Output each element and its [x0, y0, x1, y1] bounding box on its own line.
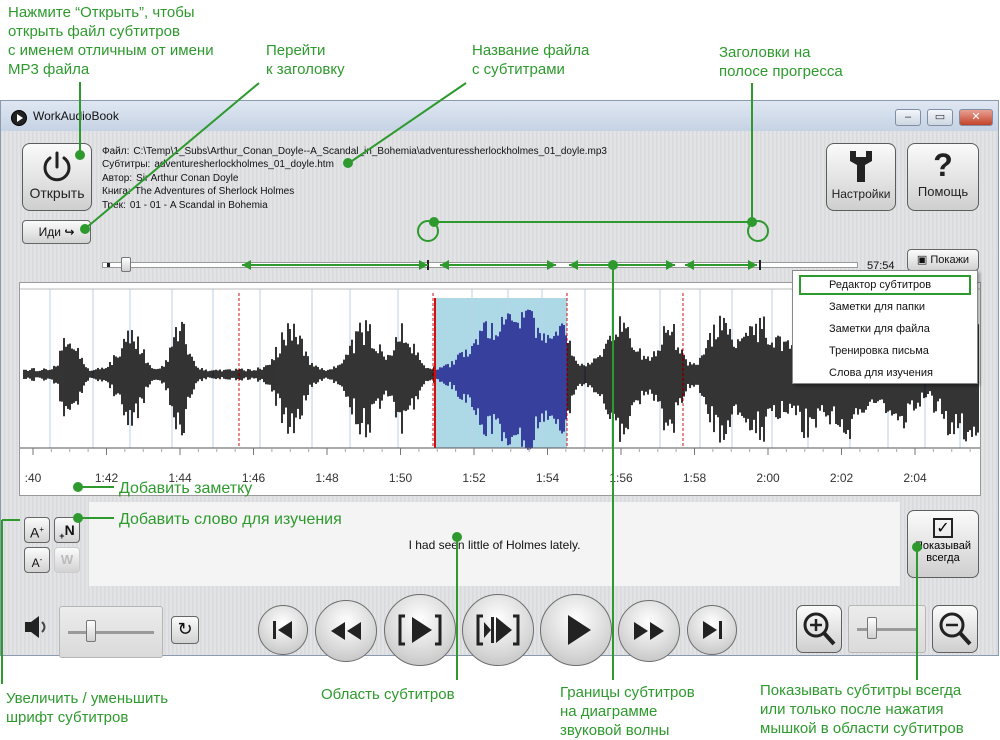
minimize-button[interactable]: –: [895, 109, 921, 126]
close-button[interactable]: ✕: [959, 109, 993, 126]
volume-slider[interactable]: [59, 606, 163, 658]
progress-header-marker: [107, 263, 110, 267]
font-increase-button[interactable]: A+: [24, 517, 50, 543]
repeat-icon: ↻: [177, 619, 193, 639]
show-always-button[interactable]: ✓ Показывай всегда: [907, 510, 979, 578]
zoom-in-button[interactable]: [796, 605, 842, 653]
goto-button-label: Иди: [38, 225, 61, 239]
prev-icon: [273, 621, 292, 639]
goto-button[interactable]: Иди ↪: [22, 220, 91, 244]
show-button[interactable]: ▣ Покажи: [907, 249, 979, 271]
annotation-subtitle-area: Область субтитров: [321, 686, 455, 703]
title-bar[interactable]: WorkAudioBook – ▭ ✕: [1, 101, 998, 131]
open-button-label: Открыть: [29, 185, 85, 201]
play-button[interactable]: [540, 594, 612, 666]
menu-item-subtitle-editor[interactable]: Редактор субтитров: [799, 275, 971, 295]
show-always-label-2: всегда: [926, 552, 960, 564]
annotation-add-word: Добавить слово для изучения: [119, 511, 342, 528]
zoom-thumb[interactable]: [867, 617, 877, 639]
timeline-tick-label: 1:50: [389, 471, 413, 485]
menu-item-writing-practice[interactable]: Тренировка письма: [799, 341, 971, 361]
goto-arrow-icon: ↪: [64, 225, 75, 239]
menu-item-file-notes[interactable]: Заметки для файла: [799, 319, 971, 339]
fast-forward-button[interactable]: [618, 600, 680, 662]
play-bracket-icon: [476, 614, 520, 646]
play-icon: [568, 615, 591, 645]
add-word-button: W: [54, 547, 80, 573]
progress-header-marker: [427, 260, 429, 270]
menu-item-study-words[interactable]: Слова для изучения: [799, 363, 971, 383]
timeline-tick-label: 1:48: [315, 471, 339, 485]
zoom-slider[interactable]: [848, 605, 926, 653]
next-icon: [703, 621, 722, 639]
zoom-in-icon: [803, 612, 836, 646]
progress-bar[interactable]: [102, 260, 858, 270]
app-icon: [11, 110, 27, 126]
show-always-label-1: Показывай: [914, 540, 971, 552]
add-note-button[interactable]: +N: [54, 517, 80, 543]
annotation-progress-headers: Заголовки на полосе прогресса: [719, 44, 843, 80]
window-title: WorkAudioBook: [33, 109, 119, 123]
timeline-tick-label: :40: [25, 471, 42, 485]
timeline-tick-label: 1:52: [462, 471, 486, 485]
author-value: Sir Arthur Conan Doyle: [136, 172, 239, 184]
rewind-icon: [331, 622, 361, 640]
file-path: C:\Temp\1_Subs\Arthur_Conan_Doyle--A_Sca…: [133, 146, 607, 157]
subtitle-icon: ▣: [916, 254, 928, 266]
replay-subtitle-button[interactable]: [384, 594, 456, 666]
help-button-label: Помощь: [917, 184, 969, 199]
settings-button[interactable]: Настройки: [826, 143, 896, 211]
progress-header-marker: [759, 260, 761, 270]
timeline-tick-label: 2:02: [830, 471, 854, 485]
zoom-out-icon: [939, 612, 972, 646]
subtitle-file-name: adventuresherlockholmes_01_doyle.htm: [154, 159, 334, 171]
power-icon: [43, 151, 71, 182]
zoom-out-button[interactable]: [932, 605, 978, 653]
rewind-button[interactable]: [315, 600, 377, 662]
settings-button-label: Настройки: [831, 187, 891, 201]
annotation-add-note: Добавить заметку: [119, 480, 253, 497]
menu-item-folder-notes[interactable]: Заметки для папки: [799, 297, 971, 317]
show-button-label: Покажи: [930, 254, 970, 266]
volume-thumb[interactable]: [86, 620, 96, 642]
speaker-icon[interactable]: [23, 613, 53, 641]
font-decrease-button[interactable]: A-: [24, 547, 50, 573]
timeline-tick-label: 2:04: [903, 471, 927, 485]
window-body: Открыть Файл: C:\Temp\1_Subs\Arthur_Conan…: [1, 131, 998, 666]
open-button[interactable]: Открыть: [22, 143, 92, 211]
annotation-show-always: Показывать субтитры всегда или только пос…: [760, 682, 964, 737]
help-button[interactable]: ? Помощь: [907, 143, 979, 211]
timeline-tick-label: 2:00: [756, 471, 780, 485]
checkbox-icon: ✓: [933, 518, 953, 538]
volume-track: [68, 631, 154, 634]
track-value: 01 - 01 - A Scandal in Bohemia: [129, 199, 268, 211]
timeline-tick-label: 1:42: [95, 471, 119, 485]
wrench-icon: [850, 151, 872, 182]
zoom-track: [857, 628, 917, 631]
timeline-tick-label: 1:58: [683, 471, 707, 485]
timeline-tick-label: 1:54: [536, 471, 560, 485]
progress-thumb[interactable]: [120, 257, 131, 272]
subtitle-text: I had seen little of Holmes lately.: [408, 538, 581, 552]
annotation-open-file: Нажмите “Открыть”, чтобы открыть файл суб…: [8, 4, 214, 78]
question-icon: ?: [933, 147, 953, 183]
timeline-tick-label: 1:56: [609, 471, 633, 485]
app-window: WorkAudioBook – ▭ ✕ Открыть Файл: C:\Temp…: [0, 100, 999, 666]
play-subtitle-button[interactable]: [462, 594, 534, 666]
file-info: Файл: C:\Temp\1_Subs\Arthur_Conan_Doyle--…: [102, 146, 607, 211]
book-value: The Adventures of Sherlock Holmes: [134, 186, 295, 198]
annotation-subtitle-bounds: Границы субтитров на диаграмме звуковой во…: [560, 684, 695, 739]
annotation-subtitle-filename: Название файла с субтитрами: [472, 42, 590, 78]
next-button[interactable]: [687, 605, 737, 655]
annotation-goto-header: Перейти к заголовку: [266, 42, 345, 78]
restore-button[interactable]: ▭: [927, 109, 953, 126]
repeat-button[interactable]: ↻: [171, 616, 199, 644]
replay-bracket-icon: [398, 614, 442, 646]
context-menu: Редактор субтитров Заметки для папки Зам…: [792, 270, 978, 384]
annotation-font-size: Увеличить / уменьшить шрифт субтитров: [6, 690, 169, 726]
fast-forward-icon: [634, 622, 664, 640]
prev-button[interactable]: [258, 605, 308, 655]
